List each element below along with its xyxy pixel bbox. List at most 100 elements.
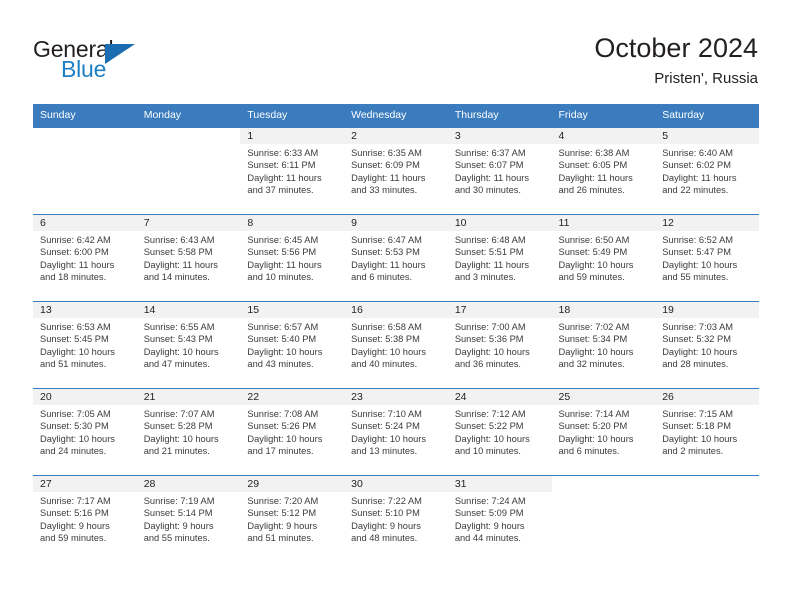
calendar-cell-day[interactable]: 27 Sunrise: 7:17 AM Sunset: 5:16 PM Dayligh… [33,475,137,562]
weekday-header-friday: Friday [551,104,656,128]
day-number: 26 [655,389,759,405]
daylight-text-line2: and 55 minutes. [143,532,210,543]
day-details: Sunrise: 7:07 AM Sunset: 5:28 PM Daylight:… [137,405,241,457]
calendar-cell-day[interactable]: 18 Sunrise: 7:02 AM Sunset: 5:34 PM Dayligh… [551,301,656,389]
daylight-text-line2: and 47 minutes. [143,358,210,369]
calendar-cell-day[interactable]: 14 Sunrise: 6:55 AM Sunset: 5:43 PM Dayligh… [136,301,241,389]
daylight-text-line1: Daylight: 11 hours [454,259,530,270]
daylight-text-line2: and 22 minutes. [662,184,729,195]
day-number: 19 [655,302,759,318]
calendar-cell-day[interactable]: 5 Sunrise: 6:40 AM Sunset: 6:02 PM Daylight… [655,127,759,215]
calendar-cell-day[interactable]: 3 Sunrise: 6:37 AM Sunset: 6:07 PM Daylight… [447,127,552,215]
sunrise-text: Sunrise: 6:48 AM [454,235,526,245]
calendar-cell-day[interactable]: 19 Sunrise: 7:03 AM Sunset: 5:32 PM Dayligh… [655,301,759,389]
daylight-text-line2: and 13 minutes. [351,445,418,456]
sunset-text: Sunset: 5:09 PM [454,508,524,519]
calendar-cell-day[interactable]: 31 Sunrise: 7:24 AM Sunset: 5:09 PM Dayligh… [447,475,552,562]
sunset-text: Sunset: 5:34 PM [558,334,628,345]
calendar-cell-day[interactable]: 12 Sunrise: 6:52 AM Sunset: 5:47 PM Dayligh… [655,214,759,302]
calendar-cell-day[interactable]: 24 Sunrise: 7:12 AM Sunset: 5:22 PM Dayligh… [447,388,552,476]
sunrise-text: Sunrise: 6:43 AM [143,235,215,245]
calendar-cell-day[interactable]: 30 Sunrise: 7:22 AM Sunset: 5:10 PM Dayligh… [344,475,448,562]
calendar-cell-day[interactable]: 26 Sunrise: 7:15 AM Sunset: 5:18 PM Dayligh… [655,388,759,476]
sunset-text: Sunset: 5:38 PM [351,334,420,345]
day-details: Sunrise: 6:53 AM Sunset: 5:45 PM Daylight:… [33,318,137,370]
sunrise-text: Sunrise: 6:45 AM [247,235,319,245]
daylight-text-line1: Daylight: 11 hours [558,172,633,183]
calendar-cell-day[interactable]: 8 Sunrise: 6:45 AM Sunset: 5:56 PM Daylight… [240,214,345,302]
calendar-cell-day[interactable]: 15 Sunrise: 6:57 AM Sunset: 5:40 PM Dayligh… [240,301,345,389]
calendar-cell-day[interactable]: 4 Sunrise: 6:38 AM Sunset: 6:05 PM Daylight… [551,127,656,215]
day-details: Sunrise: 6:55 AM Sunset: 5:43 PM Daylight:… [137,318,241,370]
calendar-table: Sunday Monday Tuesday Wednesday Thursday… [33,104,759,562]
calendar-cell-day[interactable]: 17 Sunrise: 7:00 AM Sunset: 5:36 PM Dayligh… [447,301,552,389]
calendar-cell-day[interactable]: 23 Sunrise: 7:10 AM Sunset: 5:24 PM Dayligh… [344,388,448,476]
sunrise-text: Sunrise: 7:19 AM [143,496,215,506]
day-details: Sunrise: 6:35 AM Sunset: 6:09 PM Daylight:… [344,144,448,196]
day-number: 4 [551,128,656,144]
calendar-cell-inner: 26 Sunrise: 7:15 AM Sunset: 5:18 PM Dayligh… [655,389,759,475]
sunrise-text: Sunrise: 7:17 AM [40,496,111,506]
daylight-text-line1: Daylight: 9 hours [454,520,525,531]
day-number: 11 [551,215,656,231]
calendar-cell-day[interactable]: 22 Sunrise: 7:08 AM Sunset: 5:26 PM Dayligh… [240,388,345,476]
calendar-cell-day[interactable]: 9 Sunrise: 6:47 AM Sunset: 5:53 PM Daylight… [344,214,448,302]
day-details: Sunrise: 7:05 AM Sunset: 5:30 PM Daylight:… [33,405,137,457]
daylight-text-line1: Daylight: 10 hours [351,346,427,357]
calendar-cell-day[interactable]: 16 Sunrise: 6:58 AM Sunset: 5:38 PM Dayligh… [344,301,448,389]
daylight-text-line2: and 32 minutes. [558,358,625,369]
sunrise-text: Sunrise: 7:14 AM [558,409,630,419]
calendar-cell-day[interactable]: 21 Sunrise: 7:07 AM Sunset: 5:28 PM Dayligh… [136,388,241,476]
calendar-cell-day[interactable]: 10 Sunrise: 6:48 AM Sunset: 5:51 PM Dayligh… [447,214,552,302]
sunrise-text: Sunrise: 7:05 AM [40,409,111,419]
calendar-cell-inner: 14 Sunrise: 6:55 AM Sunset: 5:43 PM Dayligh… [136,302,241,388]
calendar-cell-day[interactable]: 7 Sunrise: 6:43 AM Sunset: 5:58 PM Daylight… [136,214,241,302]
sunrise-text: Sunrise: 7:10 AM [351,409,422,419]
daylight-text-line2: and 10 minutes. [454,445,521,456]
calendar-cell-inner: 25 Sunrise: 7:14 AM Sunset: 5:20 PM Dayligh… [551,389,656,475]
page-title: October 2024 [594,33,758,63]
calendar-cell-day[interactable]: 1 Sunrise: 6:33 AM Sunset: 6:11 PM Daylight… [240,127,345,215]
day-number: 8 [240,215,345,231]
daylight-text-line2: and 51 minutes. [247,532,314,543]
calendar-cell-day[interactable]: 25 Sunrise: 7:14 AM Sunset: 5:20 PM Dayligh… [551,388,656,476]
day-number: 28 [136,476,241,492]
calendar-cell-day[interactable]: 6 Sunrise: 6:42 AM Sunset: 6:00 PM Daylight… [33,214,137,302]
sunrise-text: Sunrise: 7:08 AM [247,409,319,419]
daylight-text-line1: Daylight: 11 hours [351,172,426,183]
day-details: Sunrise: 6:58 AM Sunset: 5:38 PM Daylight:… [344,318,448,370]
calendar-week-row: 27 Sunrise: 7:17 AM Sunset: 5:16 PM Dayligh… [33,475,759,562]
calendar-cell-day[interactable]: 2 Sunrise: 6:35 AM Sunset: 6:09 PM Daylight… [344,127,448,215]
calendar-cell-day[interactable]: 13 Sunrise: 6:53 AM Sunset: 5:45 PM Dayligh… [33,301,137,389]
calendar-cell-inner: 31 Sunrise: 7:24 AM Sunset: 5:09 PM Dayligh… [447,476,552,562]
day-number: 30 [344,476,448,492]
brand-logo[interactable]: General Blue [33,36,253,88]
calendar-cell-day[interactable]: 28 Sunrise: 7:19 AM Sunset: 5:14 PM Dayligh… [136,475,241,562]
sunrise-text: Sunrise: 6:33 AM [247,148,319,158]
calendar-cell-empty [655,475,759,562]
calendar-cell-inner: 29 Sunrise: 7:20 AM Sunset: 5:12 PM Dayligh… [240,476,345,562]
day-number: 17 [447,302,552,318]
calendar-cell-day[interactable]: 20 Sunrise: 7:05 AM Sunset: 5:30 PM Dayligh… [33,388,137,476]
day-number: 14 [136,302,241,318]
calendar-cell-day[interactable]: 11 Sunrise: 6:50 AM Sunset: 5:49 PM Dayligh… [551,214,656,302]
day-number: 24 [447,389,552,405]
weekday-header-sunday: Sunday [33,104,137,128]
calendar-cell-inner: 17 Sunrise: 7:00 AM Sunset: 5:36 PM Dayligh… [447,302,552,388]
daylight-text-line2: and 40 minutes. [351,358,418,369]
daylight-text-line1: Daylight: 10 hours [558,346,634,357]
daylight-text-line1: Daylight: 11 hours [40,259,115,270]
sunrise-text: Sunrise: 7:02 AM [558,322,630,332]
calendar-cell-day[interactable]: 29 Sunrise: 7:20 AM Sunset: 5:12 PM Dayligh… [240,475,345,562]
sunrise-text: Sunrise: 7:12 AM [454,409,526,419]
daylight-text-line1: Daylight: 10 hours [662,433,738,444]
daylight-text-line1: Daylight: 10 hours [143,433,219,444]
daylight-text-line2: and 55 minutes. [662,271,729,282]
daylight-text-line2: and 24 minutes. [40,445,107,456]
sunset-text: Sunset: 5:26 PM [247,421,317,432]
calendar-cell-inner: 28 Sunrise: 7:19 AM Sunset: 5:14 PM Dayligh… [136,476,241,562]
calendar-cell-inner: 18 Sunrise: 7:02 AM Sunset: 5:34 PM Dayligh… [551,302,656,388]
calendar-cell-inner: 27 Sunrise: 7:17 AM Sunset: 5:16 PM Dayligh… [33,476,137,562]
daylight-text-line1: Daylight: 11 hours [247,259,322,270]
daylight-text-line2: and 3 minutes. [454,271,516,282]
